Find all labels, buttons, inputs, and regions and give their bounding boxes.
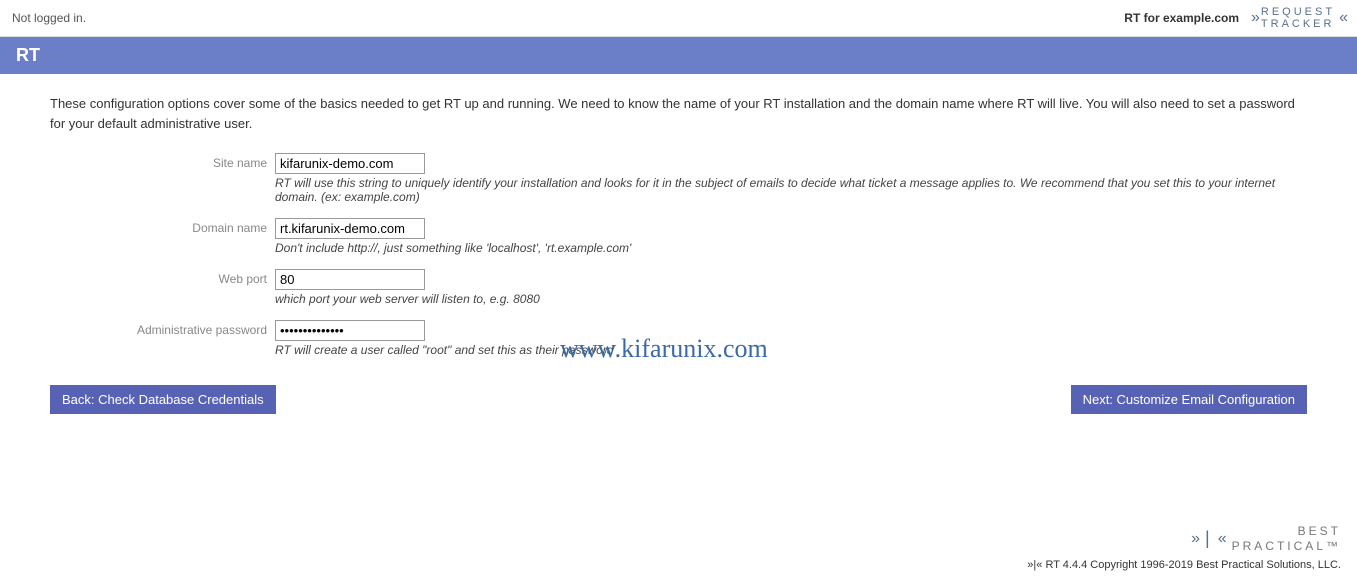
login-status: Not logged in. bbox=[12, 11, 86, 25]
admin-password-row: Administrative password RT will create a… bbox=[50, 320, 1307, 367]
page-title: RT bbox=[0, 37, 1357, 74]
site-name-row: Site name RT will use this string to uni… bbox=[50, 153, 1307, 214]
separator-icon: | bbox=[1205, 528, 1210, 549]
web-port-help: which port your web server will listen t… bbox=[275, 292, 1307, 306]
top-right: RT for example.com » REQUEST TRACKER « bbox=[1124, 6, 1345, 30]
button-row: Back: Check Database Credentials Next: C… bbox=[50, 385, 1307, 414]
domain-name-help: Don't include http://, just something li… bbox=[275, 241, 1307, 255]
domain-name-label: Domain name bbox=[50, 218, 275, 235]
web-port-input[interactable] bbox=[275, 269, 425, 290]
chevron-right-icon: » bbox=[1251, 9, 1257, 27]
request-tracker-logo[interactable]: » REQUEST TRACKER « bbox=[1251, 6, 1345, 30]
chevron-left-icon: « bbox=[1339, 9, 1345, 27]
site-name-label: Site name bbox=[50, 153, 275, 170]
main-content: These configuration options cover some o… bbox=[0, 74, 1357, 434]
footer: » | « BEST PRACTICAL™ »|« RT 4.4.4 Copyr… bbox=[0, 514, 1357, 581]
next-button[interactable]: Next: Customize Email Configuration bbox=[1071, 385, 1307, 414]
bp-logo-text: BEST PRACTICAL™ bbox=[1232, 524, 1341, 553]
rt-for-label: RT for example.com bbox=[1124, 11, 1239, 25]
site-name-input[interactable] bbox=[275, 153, 425, 174]
top-bar: Not logged in. RT for example.com » REQU… bbox=[0, 0, 1357, 37]
web-port-label: Web port bbox=[50, 269, 275, 286]
copyright-text: »|« RT 4.4.4 Copyright 1996-2019 Best Pr… bbox=[16, 559, 1341, 571]
domain-name-row: Domain name Don't include http://, just … bbox=[50, 218, 1307, 265]
site-name-help: RT will use this string to uniquely iden… bbox=[275, 176, 1307, 204]
back-button[interactable]: Back: Check Database Credentials bbox=[50, 385, 276, 414]
web-port-row: Web port which port your web server will… bbox=[50, 269, 1307, 316]
admin-password-help: RT will create a user called "root" and … bbox=[275, 343, 1307, 357]
admin-password-label: Administrative password bbox=[50, 320, 275, 337]
intro-text: These configuration options cover some o… bbox=[50, 94, 1307, 133]
best-practical-logo[interactable]: » | « BEST PRACTICAL™ bbox=[1191, 524, 1341, 553]
domain-name-input[interactable] bbox=[275, 218, 425, 239]
logo-text: REQUEST TRACKER bbox=[1261, 6, 1335, 30]
admin-password-input[interactable] bbox=[275, 320, 425, 341]
